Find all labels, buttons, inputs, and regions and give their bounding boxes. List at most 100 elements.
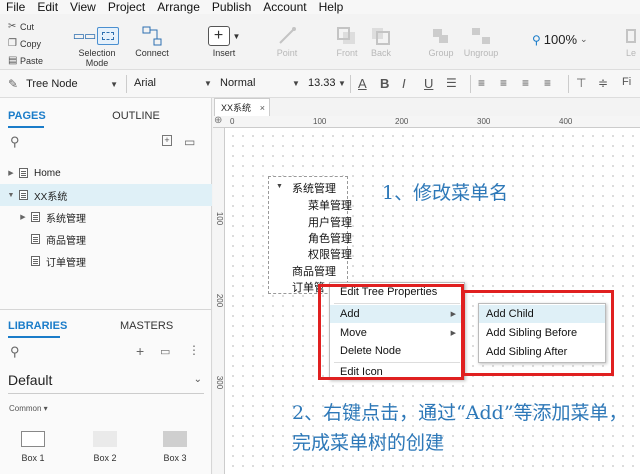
clipboard-group: ✂ Cut ❐ Copy ▤ Paste (8, 18, 43, 69)
main-toolbar: ✂ Cut ❐ Copy ▤ Paste ▭▭ Selection Mode Conn… (0, 14, 640, 70)
paste-button[interactable]: ▤ Paste (8, 52, 43, 69)
pages-tabs: PAGES OUTLINE (0, 106, 212, 128)
search-icon[interactable]: ⚲ (10, 344, 20, 360)
point-label: Point (276, 48, 298, 58)
cut-button[interactable]: ✂ Cut (8, 18, 43, 35)
chevron-down-icon: ⌄ (193, 374, 202, 385)
align-center-button[interactable]: ≡ (500, 76, 507, 90)
tree-node-user[interactable]: 用户管理 (308, 214, 352, 230)
library-value: Default (8, 372, 53, 388)
close-icon[interactable]: × (260, 103, 265, 113)
selection-mode-button[interactable]: ▭▭ Selection Mode (66, 24, 128, 68)
valign-top-button[interactable]: ⊤ (576, 76, 586, 90)
caret-down-icon: ▼ (338, 78, 346, 88)
ruler-tick-label: 100 (313, 117, 327, 126)
align-right-button[interactable]: ≡ (522, 76, 529, 90)
libraries-toolbar: ⚲ + ▭ ⋮ (0, 342, 212, 364)
tab-libraries[interactable]: LIBRARIES (8, 316, 67, 338)
menu-edit[interactable]: Edit (31, 0, 64, 14)
menu-file[interactable]: File (0, 0, 31, 14)
library-folder-icon[interactable]: ▭ (160, 345, 170, 358)
group-button[interactable]: Group (425, 24, 457, 58)
menu-arrange[interactable]: Arrange (151, 0, 206, 14)
copy-button[interactable]: ❐ Copy (8, 35, 43, 52)
page-item-order-management[interactable]: 订单管理 (0, 250, 212, 272)
send-back-icon (367, 24, 395, 48)
library-item-box1[interactable]: Box 1 (18, 431, 48, 463)
tab-masters[interactable]: MASTERS (120, 316, 173, 338)
zoom-control[interactable]: ⚲ 100% ⌄ (532, 32, 588, 47)
justify-button[interactable]: ≡ (544, 76, 551, 90)
tree-widget[interactable]: ▼ 系统管理 菜单管理 用户管理 角色管理 权限管理 商品管理 订单管 (268, 176, 352, 294)
back-label: Back (370, 48, 391, 58)
bold-button[interactable]: B (380, 76, 389, 91)
tree-expand-icon[interactable]: ▼ (276, 183, 283, 190)
insert-button[interactable]: + ▼ Insert (204, 24, 244, 58)
library-category[interactable]: Common ▾ (9, 404, 48, 413)
menu-help[interactable]: Help (313, 0, 350, 14)
overflow-icon (622, 24, 640, 48)
add-library-icon[interactable]: + (136, 343, 144, 359)
library-item-box3[interactable]: Box 3 (160, 431, 190, 463)
bullet-list-button[interactable]: ☰ (446, 76, 457, 90)
page-icon (19, 168, 28, 178)
page-label: XX系统 (34, 191, 68, 203)
crosshair-icon: ⊕ (214, 115, 223, 126)
fill-button[interactable]: Fi (622, 76, 631, 88)
font-color-button[interactable]: A (358, 76, 367, 91)
ungroup-button[interactable]: Ungroup (462, 24, 500, 58)
plus-icon: + (207, 26, 230, 46)
send-back-button[interactable]: Back (367, 24, 395, 58)
page-label: 系统管理 (46, 213, 86, 225)
page-icon (31, 256, 40, 266)
menu-project[interactable]: Project (102, 0, 151, 14)
add-folder-icon[interactable]: ▭ (184, 135, 195, 149)
left-panel: PAGES OUTLINE ⚲ + ▭ ▶ Home ▼ XX系统 ▶ 系统管理 商品… (0, 98, 212, 474)
tree-node-product[interactable]: 商品管理 (292, 263, 336, 279)
overflow-toolbar-button[interactable]: Le (622, 24, 640, 58)
connect-button[interactable]: Connect (134, 24, 170, 58)
insert-label: Insert (212, 48, 236, 58)
copy-label: Copy (20, 38, 42, 49)
format-bar: ✎ Tree Node ▼ Arial ▼ Normal ▼ 13.33 ▼ A… (0, 70, 640, 98)
add-page-icon[interactable]: + (162, 135, 172, 146)
widget-type-select[interactable]: ✎ Tree Node ▼ (8, 77, 118, 91)
tree-node-permission[interactable]: 权限管理 (308, 246, 352, 262)
caret-down-icon: ▼ (110, 79, 118, 89)
tree-node-role[interactable]: 角色管理 (308, 230, 352, 246)
tab-pages[interactable]: PAGES (8, 106, 46, 128)
divider (126, 75, 127, 93)
zoom-value: 100% (543, 32, 578, 47)
more-options-icon[interactable]: ⋮ (188, 343, 200, 357)
font-family-select[interactable]: Arial ▼ (134, 77, 212, 89)
italic-button[interactable]: I (402, 76, 406, 91)
library-item-box2[interactable]: Box 2 (90, 431, 120, 463)
menu-account[interactable]: Account (257, 0, 312, 14)
bring-front-button[interactable]: Front (333, 24, 361, 58)
align-left-button[interactable]: ≡ (478, 76, 485, 90)
search-icon[interactable]: ⚲ (10, 134, 20, 150)
box-shape-icon (21, 431, 45, 447)
page-item-home[interactable]: ▶ Home (0, 162, 212, 184)
page-item-xx-system[interactable]: ▼ XX系统 (0, 184, 212, 206)
point-button[interactable]: Point (272, 24, 302, 58)
annotation-step2: 2、右键点击，通过“Add”等添加菜单，完成菜单树的创建 (292, 402, 628, 454)
ruler-tick-label: 100 (215, 211, 225, 226)
scissors-icon: ✂ (8, 21, 17, 32)
font-style-select[interactable]: Normal ▼ (220, 77, 300, 89)
valign-middle-button[interactable]: ≑ (598, 76, 608, 90)
page-item-system-management[interactable]: ▶ 系统管理 (0, 206, 212, 228)
page-item-product-management[interactable]: 商品管理 (0, 228, 212, 250)
pages-toolbar: ⚲ + ▭ (0, 132, 212, 154)
tab-outline[interactable]: OUTLINE (112, 106, 160, 128)
library-select[interactable]: Default ⌄ (8, 372, 204, 394)
menu-publish[interactable]: Publish (206, 0, 257, 14)
valign-middle-icon: ≑ (598, 76, 609, 90)
tree-node-system[interactable]: 系统管理 (292, 180, 336, 196)
page-icon (19, 190, 28, 200)
menu-view[interactable]: View (64, 0, 102, 14)
underline-button[interactable]: U (424, 76, 433, 91)
font-size-select[interactable]: 13.33 ▼ (308, 77, 346, 89)
document-tab[interactable]: XX系统 × (214, 98, 270, 116)
tree-node-menu[interactable]: 菜单管理 (308, 197, 352, 213)
